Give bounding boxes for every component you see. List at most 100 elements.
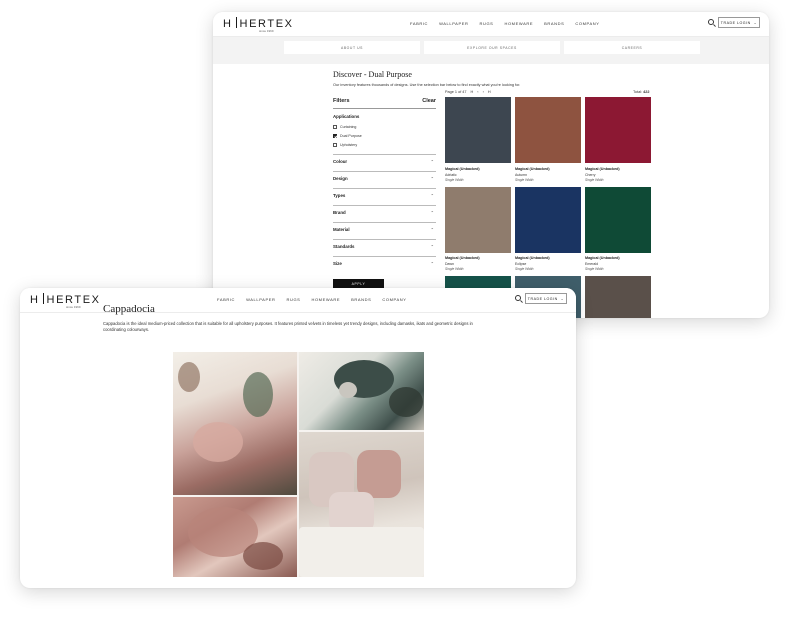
last-page-button[interactable]: H [488,90,491,94]
swatch-eclipse[interactable] [515,187,581,253]
chevron-down-icon: ⌄ [560,296,565,301]
page-indicator: Page 1 of 47 [445,90,467,94]
page-intro: Our inventory features thousands of desi… [333,83,521,87]
chevron-up-icon: ⌃ [430,227,434,232]
nav-homeware[interactable]: HOMEWARE [504,21,533,26]
nav-homeware[interactable]: HOMEWARE [311,297,340,302]
application-option-dual-purpose[interactable]: Dual Purpose [333,134,362,138]
application-option-curtaining[interactable]: Curtaining [333,125,356,129]
swatch-name[interactable]: Magical (Unbacked) [515,167,550,171]
floral-motif [193,422,243,462]
cappadocia-page-window: H HERTEX since 1969 FABRIC WALLPAPER RUGS… [20,288,576,588]
collage-image-cushions[interactable] [299,432,424,577]
filter-section-design[interactable]: Design ⌃ [333,171,436,189]
filter-section-brand[interactable]: Brand ⌃ [333,205,436,223]
option-label: Upholstery [340,143,358,147]
swatch-name[interactable]: Magical (Unbacked) [445,167,480,171]
logo-tagline: since 1969 [66,305,81,309]
applications-title: Applications [333,114,360,119]
swatch-width: Single Width [515,267,534,271]
swatch-taupe[interactable] [585,276,651,318]
swatch-width: Single Width [585,267,604,271]
collage-image-fabric-roll[interactable] [173,497,297,577]
swatch-name[interactable]: Magical (Unbacked) [585,256,620,260]
collage-image-curtain[interactable] [173,352,297,495]
first-page-button[interactable]: H [471,90,474,94]
swatch-colour: Emerald [585,262,599,266]
filter-section-standards[interactable]: Standards ⌃ [333,239,436,257]
nav-company[interactable]: COMPANY [382,297,406,302]
subnav-explore-spaces[interactable]: EXPLORE OUR SPACES [424,41,560,54]
section-label: Colour [333,159,348,164]
total-value: 422 [643,90,650,94]
checkbox[interactable] [333,143,337,147]
section-label: Material [333,227,350,232]
swatch-autumn[interactable] [515,97,581,163]
section-label: Design [333,176,348,181]
page-title: Discover - Dual Purpose [333,70,412,79]
nav-wallpaper[interactable]: WALLPAPER [246,297,275,302]
swatch-width: Single Width [585,178,604,182]
section-label: Types [333,193,346,198]
filter-section-size[interactable]: Size ⌃ [333,256,436,274]
rolled-fabric [243,542,283,570]
leaf-motif [178,362,200,392]
chevron-up-icon: ⌃ [430,210,434,215]
filter-section-material[interactable]: Material ⌃ [333,222,436,240]
swatch-colour: Dawn [445,262,454,266]
swatch-colour: Autumn [515,173,528,177]
swatch-dawn[interactable] [445,187,511,253]
nav-rugs[interactable]: RUGS [286,297,300,302]
subnav-careers[interactable]: CAREERS [564,41,700,54]
trade-login-button[interactable]: TRADE LOGIN ⌄ [525,293,567,304]
nav-fabric[interactable]: FABRIC [217,297,235,302]
prev-page-button[interactable]: ‹ [477,90,478,94]
swatch-width: Single Width [445,178,464,182]
nav-rugs[interactable]: RUGS [479,21,493,26]
chevron-up-icon: ⌃ [430,159,434,164]
trade-login-label: TRADE LOGIN [720,20,751,25]
swatch-emerald[interactable] [585,187,651,253]
swatch-name[interactable]: Magical (Unbacked) [585,167,620,171]
clear-filters-button[interactable]: Clear [422,98,436,104]
collection-image-collage [173,352,424,577]
option-label: Curtaining [340,125,357,129]
swatch-name[interactable]: Magical (Unbacked) [445,256,480,260]
swatch-width: Single Width [445,267,464,271]
swatch-adriatic[interactable] [445,97,511,163]
swatch-colour: Eclipse [515,262,527,266]
chevron-up-icon: ⌃ [430,244,434,249]
filters-title: Filters [333,98,350,104]
chevron-up-icon: ⌃ [430,176,434,181]
collage-image-parrot[interactable] [299,352,424,430]
nav-brands[interactable]: BRANDS [351,297,371,302]
nav-company[interactable]: COMPANY [575,21,599,26]
section-label: Size [333,261,342,266]
sofa-seat [299,527,424,577]
search-icon[interactable] [708,19,714,25]
logo-tagline: since 1969 [259,29,274,33]
main-nav: FABRIC WALLPAPER RUGS HOMEWARE BRANDS CO… [410,21,600,26]
nav-fabric[interactable]: FABRIC [410,21,428,26]
swatch-cherry[interactable] [585,97,651,163]
swatch-name[interactable]: Magical (Unbacked) [515,256,550,260]
trade-login-button[interactable]: TRADE LOGIN ⌄ [718,17,760,28]
application-option-upholstery[interactable]: Upholstery [333,143,357,147]
next-page-button[interactable]: › [483,90,484,94]
cushion [357,450,401,498]
checkbox-checked[interactable] [333,134,337,138]
subnav-about-us[interactable]: ABOUT US [284,41,420,54]
filter-section-colour[interactable]: Colour ⌃ [333,154,436,172]
leaf-motif [243,372,273,417]
checkbox[interactable] [333,125,337,129]
pagination: Page 1 of 47 H ‹ › H [445,90,491,94]
nav-brands[interactable]: BRANDS [544,21,564,26]
chevron-up-icon: ⌃ [430,193,434,198]
total-label: Total: [633,90,643,94]
filter-section-types[interactable]: Types ⌃ [333,188,436,206]
cushion [329,492,374,532]
search-icon[interactable] [515,295,521,301]
site-header: H HERTEX since 1969 FABRIC WALLPAPER RUGS… [213,12,769,37]
nav-wallpaper[interactable]: WALLPAPER [439,21,468,26]
filters-header: Filters Clear [333,98,436,109]
